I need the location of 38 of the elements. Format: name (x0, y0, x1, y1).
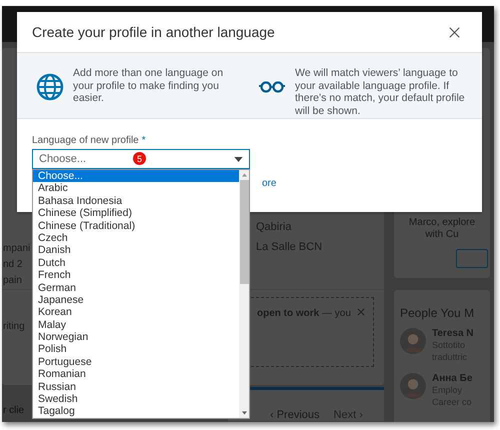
dropdown-option[interactable]: Czech (33, 232, 239, 244)
dropdown-option[interactable]: French (33, 269, 239, 282)
dropdown-option[interactable]: Swedish (33, 393, 239, 406)
glasses-icon (258, 81, 286, 93)
dropdown-option[interactable]: Romanian (33, 368, 239, 381)
scroll-down-icon[interactable] (242, 411, 246, 415)
close-icon[interactable] (449, 26, 460, 38)
dropdown-option[interactable]: Choose... (33, 170, 239, 182)
dropdown-option[interactable]: Chinese (Simplified) (33, 207, 239, 220)
dropdown-option[interactable]: Bahasa Indonesia (33, 194, 239, 208)
scroll-thumb[interactable] (240, 180, 248, 284)
dropdown-option[interactable]: Norwegian (33, 331, 239, 344)
required-mark: * (142, 135, 146, 146)
outline-button[interactable] (456, 249, 488, 268)
dropdown-option[interactable]: Tagalog (33, 405, 239, 418)
field-label: Language of new profile (32, 135, 139, 146)
globe-icon (36, 73, 64, 101)
info-text: Add more than one language on your profile to make finding you easier. (73, 67, 224, 104)
dropdown-option[interactable]: Dutch (33, 256, 239, 270)
dropdown-option[interactable]: Chinese (Traditional) (33, 220, 239, 232)
dropdown-option[interactable]: Polish (33, 343, 239, 356)
dropdown-option[interactable]: Malay (33, 318, 239, 332)
avatar (400, 328, 426, 354)
scroll-up-icon[interactable] (242, 173, 246, 177)
avatar (400, 373, 426, 399)
dropdown-option[interactable]: German (33, 282, 239, 294)
dropdown-option[interactable]: Japanese (33, 294, 239, 306)
dropdown-option[interactable]: Portuguese (33, 356, 239, 368)
caret-icon (234, 156, 243, 162)
dialog-title: Create your profile in another language (32, 24, 275, 40)
dropdown-option[interactable]: Korean (33, 306, 239, 319)
dropdown-option[interactable]: Danish (33, 244, 239, 257)
step-badge: 5 (133, 152, 146, 165)
info-text: We will match viewers’ language to your available language profile. If there’s no match, your default profile will be shown. (295, 67, 466, 117)
scrollbar[interactable] (239, 170, 249, 418)
learn-more-link[interactable]: ore (262, 178, 276, 189)
dropdown-option[interactable]: Russian (33, 380, 239, 394)
dropdown-option[interactable]: Arabic (33, 182, 239, 195)
